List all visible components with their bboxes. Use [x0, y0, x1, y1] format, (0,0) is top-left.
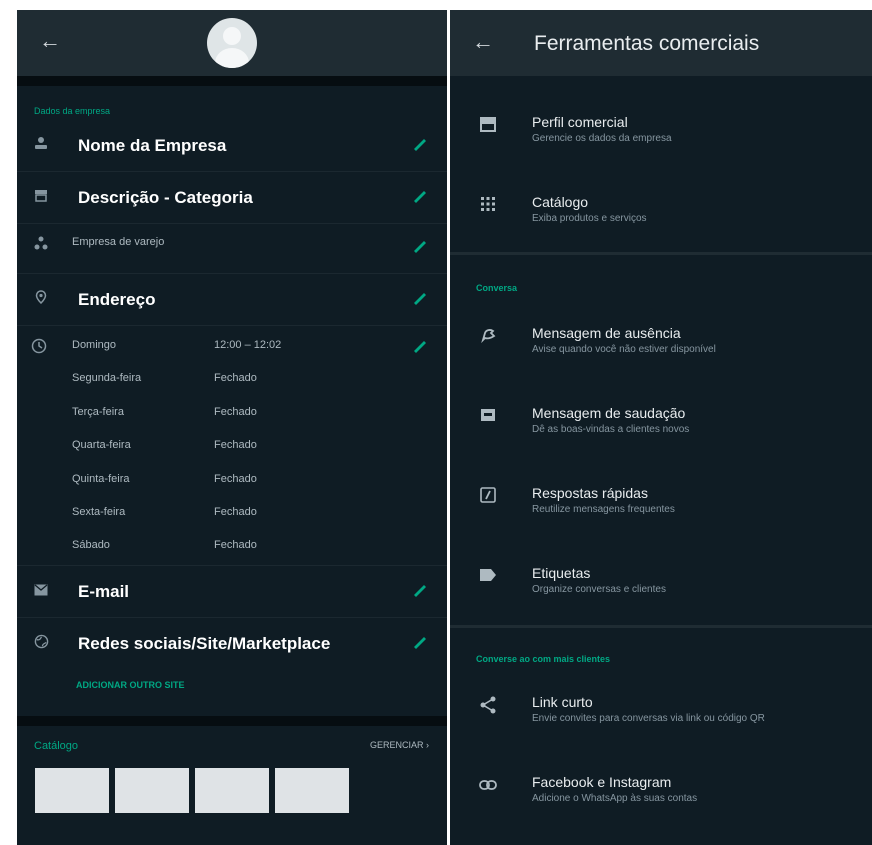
business-profile-panel: ← Dados da empresa Nome da Empresa Descr…	[17, 10, 447, 845]
social-row[interactable]: Redes sociais/Site/Marketplace	[17, 618, 447, 670]
away-icon	[478, 327, 498, 347]
avatar[interactable]	[207, 18, 257, 68]
page-title: Ferramentas comerciais	[534, 32, 760, 55]
label-icon	[478, 567, 498, 587]
labels-item[interactable]: Etiquetas Organize conversas e clientes	[450, 539, 872, 619]
category-icon	[31, 236, 51, 256]
business-name: Nome da Empresa	[78, 136, 227, 155]
social-links: Redes sociais/Site/Marketplace	[78, 634, 331, 653]
business-tools-panel: ← Ferramentas comerciais Perfil comercia…	[450, 10, 872, 845]
hours-row: Quinta-feira Fechado	[72, 473, 257, 485]
facebook-instagram-item[interactable]: Facebook e Instagram Adicione o WhatsApp…	[450, 748, 872, 828]
back-arrow-icon[interactable]: ←	[39, 30, 61, 52]
business-hours[interactable]: Domingo 12:00 – 12:02 Segunda-feira Fechad…	[17, 326, 447, 566]
business-profile-item[interactable]: Perfil comercial Gerencie os dados da em…	[450, 88, 872, 168]
category-row[interactable]: Descrição - Categoria	[17, 172, 447, 224]
edit-pencil-icon[interactable]	[411, 186, 429, 204]
email-row[interactable]: E-mail	[17, 566, 447, 618]
quick-reply-icon	[478, 487, 498, 507]
globe-icon	[31, 634, 51, 654]
hours-row: Sábado Fechado	[72, 539, 257, 551]
hours-row: Sexta-feira Fechado	[72, 506, 257, 518]
section-title: Dados da empresa	[34, 106, 111, 116]
edit-pencil-icon[interactable]	[411, 288, 429, 306]
catalog-thumbnail[interactable]	[195, 768, 269, 813]
edit-pencil-icon[interactable]	[411, 336, 429, 354]
hours-row: Quarta-feira Fechado	[72, 439, 257, 451]
address: Endereço	[78, 290, 156, 309]
add-site-link[interactable]: ADICIONAR OUTRO SITE	[17, 670, 447, 714]
email: E-mail	[78, 582, 130, 601]
email-icon	[31, 582, 51, 602]
divider	[17, 76, 447, 86]
store-icon	[478, 116, 498, 136]
link-icon	[478, 776, 498, 796]
edit-pencil-icon[interactable]	[411, 236, 429, 254]
catalog-item[interactable]: Catálogo Exiba produtos e serviços	[450, 168, 872, 248]
edit-pencil-icon[interactable]	[411, 632, 429, 650]
divider	[17, 716, 447, 726]
greeting-icon	[478, 407, 498, 427]
short-link-item[interactable]: Link curto Envie convites para conversas…	[450, 668, 872, 748]
tools-header: ← Ferramentas comerciais	[450, 10, 872, 76]
edit-pencil-icon[interactable]	[411, 580, 429, 598]
business-type: Empresa de varejo	[72, 236, 165, 248]
business-name-row[interactable]: Nome da Empresa	[17, 120, 447, 172]
location-pin-icon	[31, 290, 51, 310]
section-conversa: Conversa	[476, 283, 518, 293]
business-type-row[interactable]: Empresa de varejo	[17, 224, 447, 274]
address-row[interactable]: Endereço	[17, 274, 447, 326]
quick-replies-item[interactable]: Respostas rápidas Reutilize mensagens fr…	[450, 459, 872, 539]
catalog-title: Catálogo	[34, 740, 79, 752]
person-icon	[31, 136, 51, 156]
hours-row: Segunda-feira Fechado	[72, 372, 257, 384]
catalog-thumbnail[interactable]	[275, 768, 349, 813]
back-arrow-icon[interactable]: ←	[472, 31, 494, 53]
store-icon	[31, 188, 51, 208]
share-icon	[478, 696, 498, 716]
profile-header: ←	[17, 10, 447, 76]
grid-icon	[478, 196, 498, 216]
catalog-thumbnail[interactable]	[115, 768, 189, 813]
manage-catalog-link[interactable]: GERENCIAR ›	[370, 740, 429, 750]
section-more-clients: Converse ao com mais clientes	[476, 654, 611, 664]
business-category: Descrição - Categoria	[78, 188, 253, 207]
away-message-item[interactable]: Mensagem de ausência Avise quando você n…	[450, 299, 872, 379]
hours-row: Domingo 12:00 – 12:02	[72, 339, 282, 351]
hours-row: Terça-feira Fechado	[72, 406, 257, 418]
catalog-section: Catálogo GERENCIAR ›	[17, 726, 447, 816]
clock-icon	[31, 338, 47, 359]
greeting-message-item[interactable]: Mensagem de saudação Dê as boas-vindas a…	[450, 379, 872, 459]
edit-pencil-icon[interactable]	[411, 134, 429, 152]
catalog-thumbnail[interactable]	[35, 768, 109, 813]
